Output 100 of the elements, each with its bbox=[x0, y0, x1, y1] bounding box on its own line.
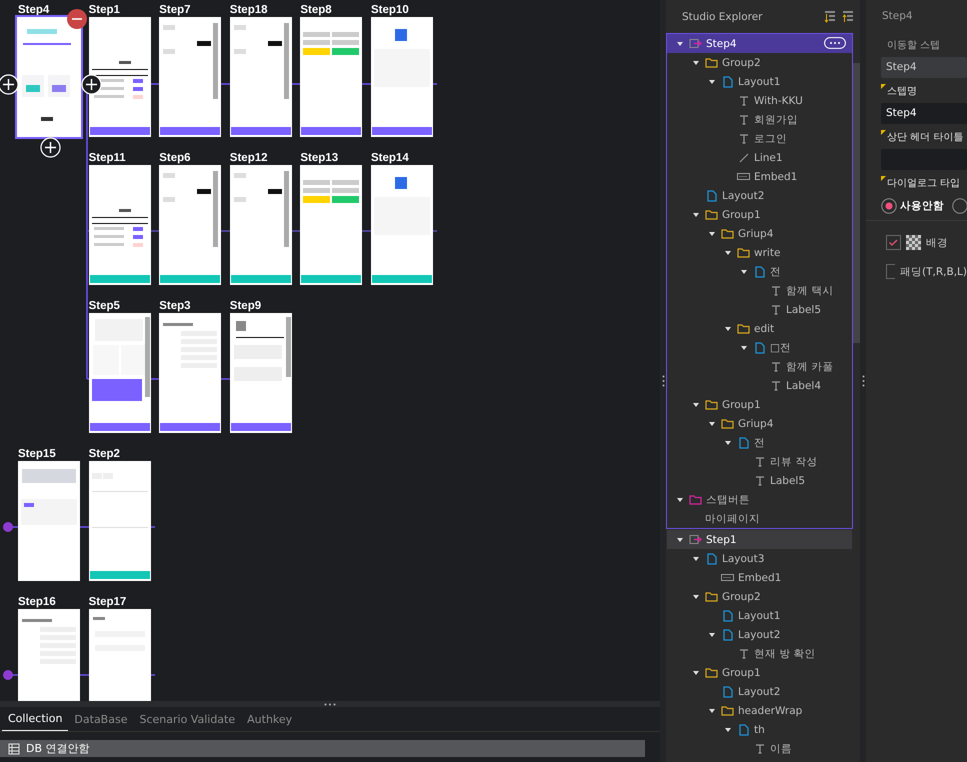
tree-item[interactable]: 회원가입 bbox=[667, 110, 852, 129]
tree-item[interactable]: Step4 bbox=[667, 34, 852, 53]
tree-item[interactable]: 전 bbox=[667, 433, 852, 452]
tree-item[interactable]: Layout1 bbox=[667, 72, 852, 91]
input-field[interactable]: Step4 bbox=[881, 103, 967, 124]
text-type-icon bbox=[753, 456, 766, 467]
embed-icon bbox=[737, 171, 750, 182]
tree-item[interactable]: With-KKU bbox=[667, 91, 852, 110]
more-options-icon[interactable] bbox=[824, 37, 846, 49]
panel-tab[interactable]: Collection bbox=[2, 707, 68, 731]
folder-icon bbox=[689, 494, 702, 505]
tree-item[interactable]: th bbox=[667, 720, 852, 739]
resize-handle-icon[interactable] bbox=[862, 375, 864, 387]
sort-down-icon[interactable] bbox=[824, 10, 836, 23]
folder-icon bbox=[705, 591, 718, 602]
tree-item[interactable]: Line1 bbox=[667, 148, 852, 167]
tree-item[interactable]: 이름 bbox=[667, 739, 852, 758]
resize-handle-icon[interactable] bbox=[324, 702, 336, 706]
required-mark-icon bbox=[881, 84, 886, 89]
tree-item[interactable]: Label5 bbox=[667, 471, 852, 490]
checkbox[interactable] bbox=[886, 235, 901, 250]
tree-item[interactable]: Layout2 bbox=[667, 625, 852, 644]
tree-item[interactable]: Layout2 bbox=[667, 186, 852, 205]
page-icon bbox=[721, 76, 734, 88]
tree-item[interactable]: Layout3 bbox=[667, 549, 852, 568]
tree-item[interactable]: □전 bbox=[667, 338, 852, 357]
tree-item[interactable]: 전 bbox=[667, 262, 852, 281]
tree-item[interactable]: Layout2 bbox=[667, 682, 852, 701]
tree-item[interactable]: write bbox=[667, 243, 852, 262]
step-label: Step12 bbox=[230, 151, 268, 165]
tree-item[interactable]: 리뷰 작성 bbox=[667, 452, 852, 471]
tree-item[interactable]: Group2 bbox=[667, 53, 852, 72]
page-icon bbox=[721, 610, 734, 622]
database-icon bbox=[8, 742, 20, 754]
tree-item[interactable]: 스탭버튼 bbox=[667, 490, 852, 509]
text-type-icon bbox=[769, 380, 782, 391]
add-button[interactable] bbox=[40, 137, 61, 158]
tree-item[interactable]: Label4 bbox=[667, 376, 852, 395]
page-icon bbox=[737, 724, 750, 736]
folder-icon bbox=[705, 399, 718, 410]
step-card[interactable] bbox=[88, 17, 151, 137]
tree-item[interactable]: 마이페이지 bbox=[667, 509, 852, 528]
tree-item[interactable]: 함께 카풀 bbox=[667, 357, 852, 376]
panel-title: Step4 bbox=[882, 10, 914, 22]
input-field[interactable]: Step4 bbox=[881, 57, 967, 78]
add-button[interactable] bbox=[81, 74, 102, 95]
tree-item[interactable]: Step1 bbox=[667, 530, 852, 549]
tree-item[interactable]: 현재 방 확인 bbox=[667, 644, 852, 663]
step-label: Step15 bbox=[18, 447, 56, 461]
tree-item[interactable]: Group2 bbox=[667, 587, 852, 606]
panel-tab[interactable]: DataBase bbox=[68, 707, 134, 731]
text-type-icon bbox=[737, 133, 750, 144]
tree-item[interactable]: Embed1 bbox=[667, 568, 852, 587]
add-button[interactable] bbox=[0, 74, 19, 95]
text-type-icon bbox=[753, 743, 766, 754]
step-label: Step6 bbox=[159, 151, 191, 165]
step-label: Step8 bbox=[300, 3, 332, 17]
radio-label: 사용안함 bbox=[900, 199, 944, 213]
tree-item[interactable]: Group1 bbox=[667, 205, 852, 224]
step-label: Step5 bbox=[88, 299, 120, 313]
screen-drawing bbox=[92, 617, 145, 651]
tree-item[interactable]: Embed1 bbox=[667, 167, 852, 186]
folder-icon bbox=[721, 705, 734, 716]
step-label: Step3 bbox=[159, 299, 191, 313]
field-label: 스텝명 bbox=[887, 85, 917, 98]
tree-item[interactable]: Layout1 bbox=[667, 606, 852, 625]
text-type-icon bbox=[737, 648, 750, 659]
tree-item[interactable]: 함께 택시 bbox=[667, 281, 852, 300]
step-card[interactable] bbox=[88, 165, 151, 285]
text-type-icon bbox=[737, 95, 750, 106]
resize-handle-icon[interactable] bbox=[662, 375, 664, 387]
screen-drawing bbox=[303, 32, 360, 55]
tree-item[interactable]: 로그인 bbox=[667, 129, 852, 148]
tree-item[interactable]: Griup4 bbox=[667, 414, 852, 433]
step-label: Step16 bbox=[18, 595, 56, 609]
sort-up-icon[interactable] bbox=[842, 10, 854, 23]
panel-tab[interactable]: Authkey bbox=[241, 707, 298, 731]
checkbox[interactable] bbox=[886, 264, 896, 279]
panel-tab[interactable]: Scenario Validate bbox=[133, 707, 242, 731]
text-type-icon bbox=[769, 361, 782, 372]
tree-item[interactable]: headerWrap bbox=[667, 701, 852, 720]
tree-item[interactable]: Griup4 bbox=[667, 224, 852, 243]
screen-drawing bbox=[303, 180, 360, 203]
page-icon bbox=[753, 266, 766, 278]
radio-icon[interactable] bbox=[881, 198, 897, 214]
connection-handle[interactable] bbox=[3, 522, 13, 532]
step-icon bbox=[689, 38, 702, 49]
tree-item[interactable]: Group1 bbox=[667, 395, 852, 414]
folder-icon bbox=[721, 418, 734, 429]
remove-button[interactable] bbox=[67, 9, 87, 29]
text-type-icon bbox=[769, 285, 782, 296]
tree-item[interactable]: edit bbox=[667, 319, 852, 338]
step-icon bbox=[689, 534, 702, 545]
tree-item[interactable]: Group1 bbox=[667, 663, 852, 682]
screen-drawing bbox=[234, 317, 291, 381]
step-label: Step13 bbox=[300, 151, 338, 165]
radio-icon[interactable] bbox=[952, 198, 967, 214]
text-type-icon bbox=[753, 475, 766, 486]
tree-item[interactable]: Label5 bbox=[667, 300, 852, 319]
connection-handle[interactable] bbox=[3, 670, 13, 680]
